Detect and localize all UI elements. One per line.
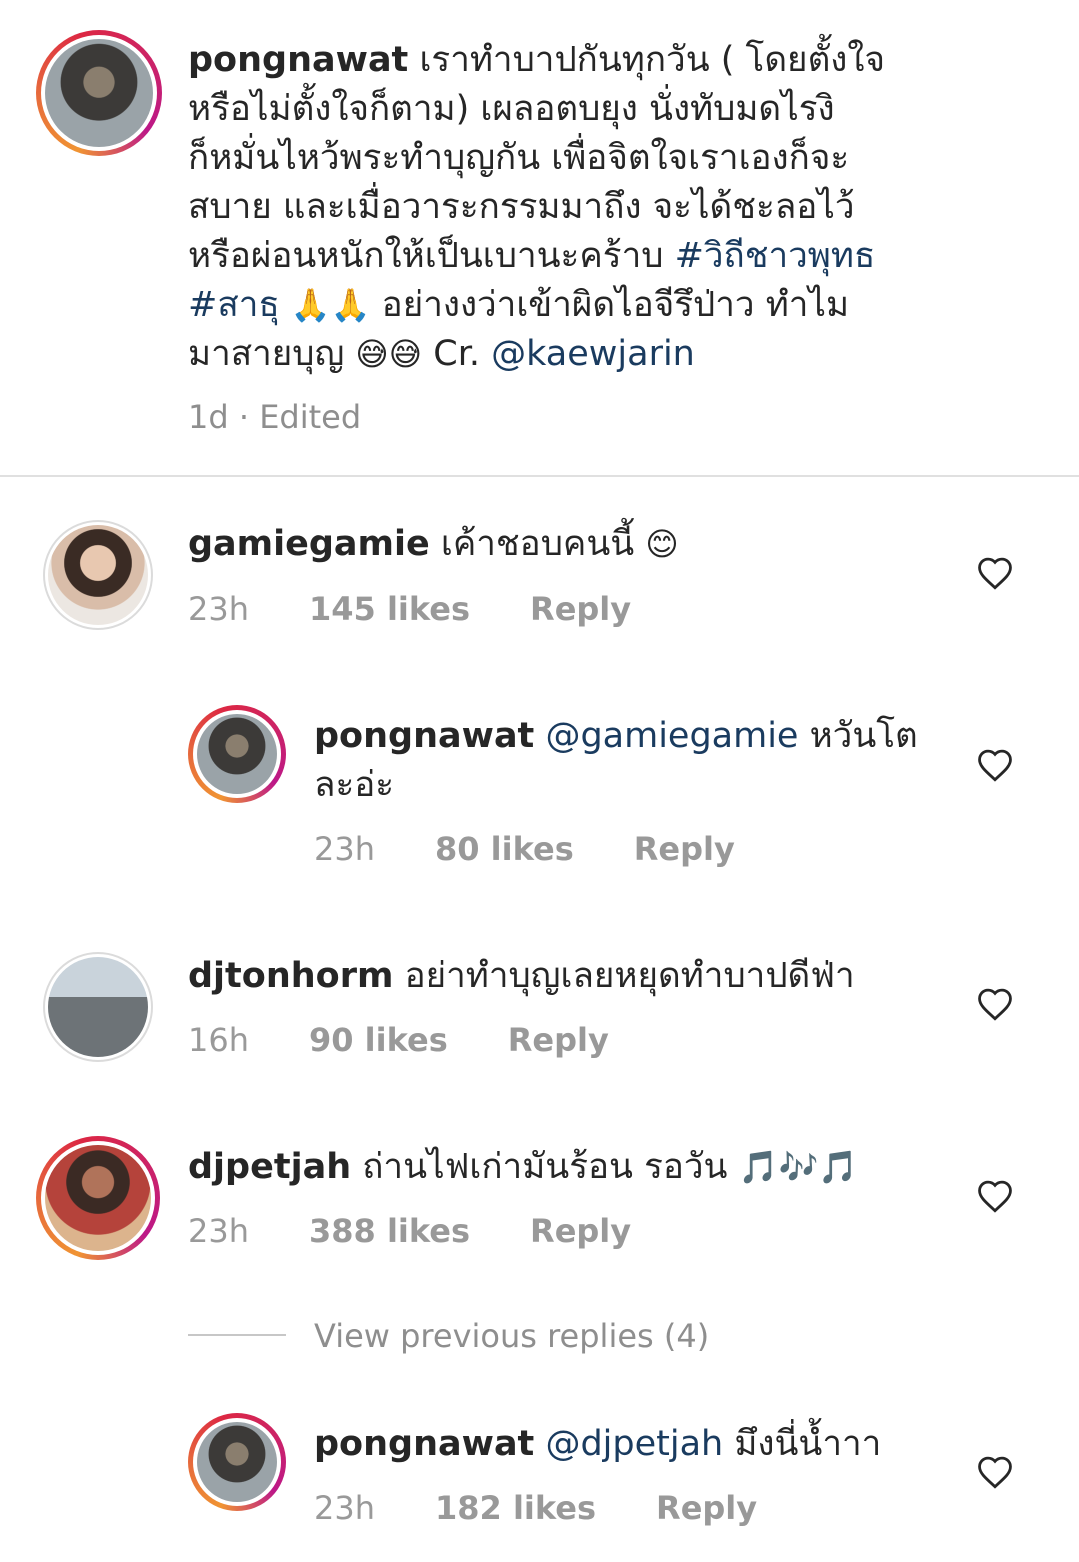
view-previous-replies-button[interactable]: View previous replies (4) xyxy=(314,1317,709,1355)
comment-time: 23h xyxy=(314,830,375,868)
reply-text: pongnawat @djpetjah มึงนี่น้ำาา xyxy=(314,1424,882,1464)
heart-icon[interactable] xyxy=(976,748,1014,782)
avatar[interactable] xyxy=(36,1136,160,1260)
likes-count[interactable]: 145 likes xyxy=(309,590,470,628)
comment-username[interactable]: djtonhorm xyxy=(188,956,393,996)
reply-text: pongnawat @gamiegamie หวันโต ละอ่ะ xyxy=(314,716,918,805)
post-username[interactable]: pongnawat xyxy=(188,40,408,80)
divider xyxy=(0,475,1079,477)
reply-button[interactable]: Reply xyxy=(530,590,631,628)
comment-meta: 23h 145 likes Reply xyxy=(188,590,691,628)
hashtag-link[interactable]: #สาธุ xyxy=(188,285,280,325)
likes-count[interactable]: 80 likes xyxy=(435,830,574,868)
comment-time: 23h xyxy=(188,1212,249,1250)
reply-button[interactable]: Reply xyxy=(508,1021,609,1059)
reply-button[interactable]: Reply xyxy=(530,1212,631,1250)
likes-count[interactable]: 388 likes xyxy=(309,1212,470,1250)
reply-button[interactable]: Reply xyxy=(634,830,735,868)
comment-time: 16h xyxy=(188,1021,249,1059)
reply-meta: 23h 80 likes Reply xyxy=(314,830,795,868)
comment-username[interactable]: gamiegamie xyxy=(188,524,430,564)
comment-text: djpetjah ถ่านไฟเก่ามันร้อน รอวัน 🎵🎶🎵 xyxy=(188,1147,859,1187)
pray-emoji: 🙏🙏 xyxy=(290,286,371,324)
avatar[interactable] xyxy=(36,30,162,156)
comment-time: 23h xyxy=(188,590,249,628)
comment-meta: 16h 90 likes Reply xyxy=(188,1021,669,1059)
mention-link[interactable]: @kaewjarin xyxy=(491,334,695,374)
avatar[interactable] xyxy=(43,520,153,630)
smile-emoji: 😊 xyxy=(645,525,679,563)
heart-icon[interactable] xyxy=(976,987,1014,1021)
likes-count[interactable]: 182 likes xyxy=(435,1489,596,1527)
heart-icon[interactable] xyxy=(976,1455,1014,1489)
reply-button[interactable]: Reply xyxy=(656,1489,757,1527)
hashtag-link[interactable]: #วิถีชาวพุทธ xyxy=(675,236,876,276)
comment-text: gamiegamie เค้าชอบคนนี้ 😊 xyxy=(188,524,679,564)
post-meta: 1d · Edited xyxy=(188,398,362,436)
comment-username[interactable]: djpetjah xyxy=(188,1147,351,1187)
comment-meta: 23h 388 likes Reply xyxy=(188,1212,691,1250)
post-caption: pongnawat เราทำบาปกันทุกวัน ( โดยตั้งใจ … xyxy=(188,40,885,374)
mention-link[interactable]: @gamiegamie xyxy=(545,716,798,756)
divider xyxy=(188,1334,286,1336)
music-notes-emoji: 🎵🎶🎵 xyxy=(738,1148,859,1186)
avatar[interactable] xyxy=(188,705,286,803)
mention-link[interactable]: @djpetjah xyxy=(545,1424,723,1464)
avatar[interactable] xyxy=(188,1413,286,1511)
avatar[interactable] xyxy=(43,952,153,1062)
likes-count[interactable]: 90 likes xyxy=(309,1021,448,1059)
comment-time: 23h xyxy=(314,1489,375,1527)
heart-icon[interactable] xyxy=(976,556,1014,590)
reply-username[interactable]: pongnawat xyxy=(314,1424,534,1464)
reply-meta: 23h 182 likes Reply xyxy=(314,1489,817,1527)
heart-icon[interactable] xyxy=(976,1179,1014,1213)
sweat-smile-emoji: 😅😅 xyxy=(355,335,423,373)
reply-username[interactable]: pongnawat xyxy=(314,716,534,756)
comment-text: djtonhorm อย่าทำบุญเลยหยุดทำบาปดีฟ่า xyxy=(188,956,855,996)
